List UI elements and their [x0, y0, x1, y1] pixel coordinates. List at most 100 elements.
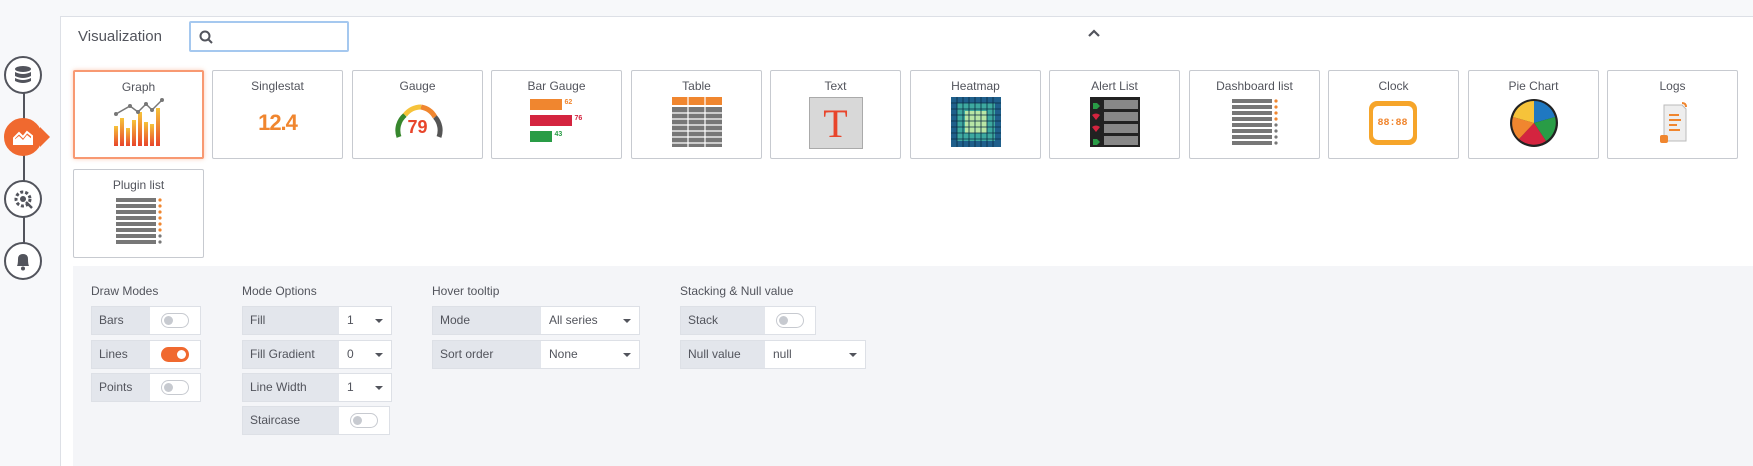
viz-card-label: Logs	[1659, 79, 1686, 93]
search-icon	[199, 30, 213, 44]
viz-card-label: Pie Chart	[1508, 79, 1559, 93]
tooltip-mode-value: All series	[549, 313, 598, 327]
viz-card-table[interactable]: Table	[631, 70, 762, 159]
gauge-icon: 79	[391, 97, 445, 149]
draw-mode-bars-row: Bars	[91, 306, 201, 335]
viz-card-pie-chart[interactable]: Pie Chart	[1468, 70, 1599, 159]
viz-card-label: Clock	[1378, 79, 1409, 93]
stacking-title: Stacking & Null value	[680, 284, 794, 298]
bars-toggle[interactable]	[161, 313, 189, 328]
viz-card-label: Singlestat	[251, 79, 304, 93]
fill-select[interactable]: 1	[339, 307, 391, 334]
gauge-sample: 79	[407, 117, 428, 137]
singlestat-sample: 12.4	[258, 110, 298, 135]
viz-card-label: Gauge	[399, 79, 436, 93]
line-width-label: Line Width	[243, 374, 339, 401]
viz-card-bar-gauge[interactable]: Bar Gauge 62 76 43	[491, 70, 622, 159]
staircase-label: Staircase	[243, 407, 339, 434]
viz-card-label: Graph	[121, 80, 156, 94]
caret-down-icon	[623, 319, 631, 323]
fill-gradient-select[interactable]: 0	[339, 341, 391, 368]
viz-card-label: Table	[682, 79, 711, 93]
null-value-select[interactable]: null	[765, 341, 865, 368]
sort-order-label: Sort order	[433, 341, 541, 368]
heatmap-icon	[950, 97, 1001, 147]
viz-card-label: Dashboard list	[1216, 79, 1293, 93]
null-value-label: Null value	[681, 341, 765, 368]
stack-toggle[interactable]	[776, 313, 804, 328]
text-sample: T	[823, 100, 848, 146]
tooltip-mode-label: Mode	[433, 307, 541, 334]
bar-gauge-value: 76	[574, 115, 583, 122]
viz-card-plugin-list[interactable]: Plugin list	[73, 169, 204, 258]
viz-card-gauge[interactable]: Gauge 79	[352, 70, 483, 159]
viz-card-singlestat[interactable]: Singlestat 12.4	[212, 70, 343, 159]
caret-down-icon	[849, 353, 857, 357]
fill-gradient-label: Fill Gradient	[243, 341, 339, 368]
bar-gauge-value: 43	[554, 131, 563, 138]
graph-icon	[113, 98, 164, 146]
hover-tooltip-title: Hover tooltip	[432, 284, 500, 298]
graph-options-panel: Draw Modes Bars Lines Points Mode Option…	[73, 266, 1753, 466]
stack-row: Stack	[680, 306, 816, 335]
chart-icon[interactable]	[4, 118, 42, 156]
search-input[interactable]	[217, 28, 337, 45]
tooltip-mode-select[interactable]: All series	[541, 307, 639, 334]
tooltip-mode-row: Mode All series	[432, 306, 640, 335]
draw-mode-label: Points	[92, 374, 150, 401]
viz-card-dashboard-list[interactable]: Dashboard list	[1189, 70, 1320, 159]
viz-card-graph[interactable]: Graph	[73, 70, 204, 159]
clock-sample: 88:88	[1377, 117, 1408, 129]
draw-mode-label: Bars	[92, 307, 150, 334]
chevron-up-icon[interactable]	[1087, 25, 1101, 43]
fill-row: Fill 1	[242, 306, 392, 335]
pie-chart-icon	[1509, 99, 1558, 147]
singlestat-icon: 12.4	[251, 97, 305, 149]
draw-mode-label: Lines	[92, 341, 150, 368]
search-field[interactable]	[189, 21, 349, 52]
viz-card-logs[interactable]: Logs	[1607, 70, 1738, 159]
database-icon[interactable]	[4, 56, 42, 94]
line-width-select[interactable]: 1	[339, 374, 391, 401]
viz-card-alert-list[interactable]: Alert List	[1049, 70, 1180, 159]
staircase-toggle[interactable]	[350, 413, 378, 428]
clock-icon: 88:88	[1367, 97, 1421, 149]
bell-icon[interactable]	[4, 242, 42, 280]
fill-gradient-row: Fill Gradient 0	[242, 340, 392, 369]
fill-value: 1	[347, 313, 354, 327]
viz-card-clock[interactable]: Clock 88:88	[1328, 70, 1459, 159]
section-title: Visualization	[78, 28, 162, 45]
fill-gradient-value: 0	[347, 347, 354, 361]
draw-mode-lines-row: Lines	[91, 340, 201, 369]
lines-toggle[interactable]	[161, 347, 189, 362]
line-width-row: Line Width 1	[242, 373, 392, 402]
plugin-list-icon	[115, 198, 162, 244]
caret-down-icon	[623, 353, 631, 357]
sort-order-row: Sort order None	[432, 340, 640, 369]
draw-mode-points-row: Points	[91, 373, 201, 402]
bar-gauge-icon: 62 76 43	[529, 97, 584, 149]
logs-icon	[1659, 102, 1687, 143]
fill-label: Fill	[243, 307, 339, 334]
settings-icon[interactable]	[4, 180, 42, 218]
viz-card-heatmap[interactable]: Heatmap	[910, 70, 1041, 159]
mode-options-title: Mode Options	[242, 284, 317, 298]
text-icon: T	[808, 97, 863, 149]
null-value-row: Null value null	[680, 340, 866, 369]
viz-card-label: Heatmap	[951, 79, 1000, 93]
viz-card-text[interactable]: Text T	[770, 70, 901, 159]
active-indicator	[40, 127, 50, 147]
caret-down-icon	[375, 353, 383, 357]
stack-label: Stack	[681, 307, 765, 334]
viz-card-label: Plugin list	[112, 178, 165, 192]
dashboard-list-icon	[1231, 99, 1278, 145]
line-width-value: 1	[347, 380, 354, 394]
viz-card-label: Text	[824, 79, 847, 93]
sort-order-select[interactable]: None	[541, 341, 639, 368]
points-toggle[interactable]	[161, 380, 189, 395]
sort-order-value: None	[549, 347, 578, 361]
null-value-value: null	[773, 347, 792, 361]
staircase-row: Staircase	[242, 406, 390, 435]
bar-gauge-value: 62	[564, 99, 573, 106]
caret-down-icon	[375, 386, 383, 390]
